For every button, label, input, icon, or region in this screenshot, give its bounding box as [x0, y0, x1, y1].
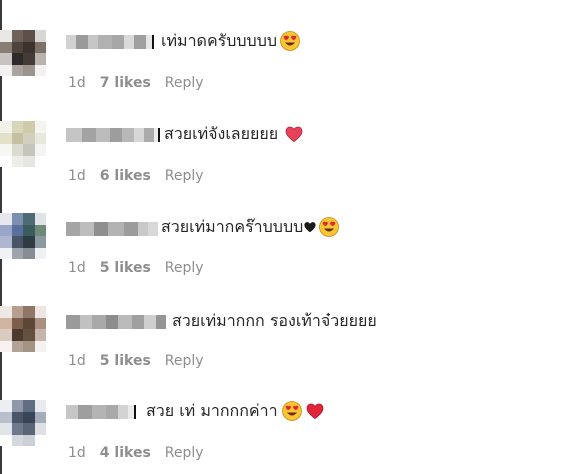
comment-item: สวยเท่จังเลยยยย 1d 6 likes Reply: [0, 93, 561, 185]
reply-button[interactable]: Reply: [165, 167, 204, 185]
avatar[interactable]: [0, 121, 46, 167]
comment-age: 1d: [68, 353, 86, 369]
comment-item: เท่มาดครับบบบบ 1d 7 likes Reply: [0, 0, 561, 92]
comment-item: สวยเท่มากกก รองเท้าจ๋วยยยย 1d 5 likes Re…: [0, 278, 561, 370]
avatar[interactable]: [0, 213, 46, 259]
reply-button[interactable]: Reply: [165, 444, 204, 462]
comment-age: 1d: [68, 260, 86, 276]
username-blurred[interactable]: [66, 315, 166, 329]
black-heart-emoji-icon: [304, 222, 316, 233]
likes-count[interactable]: 7 likes: [100, 74, 151, 92]
likes-count[interactable]: 5 likes: [100, 352, 151, 370]
reply-button[interactable]: Reply: [165, 74, 204, 92]
comment-text: สวยเท่มากกก รองเท้าจ๋วยยยย: [172, 311, 377, 330]
comment-meta: 1d 5 likes Reply: [68, 259, 204, 277]
avatar[interactable]: [0, 306, 46, 352]
comment-meta: 1d 7 likes Reply: [68, 74, 204, 92]
avatar[interactable]: [0, 30, 46, 76]
heart-eyes-emoji-icon: [319, 217, 340, 237]
reply-button[interactable]: Reply: [165, 352, 204, 370]
red-heart-emoji-icon: [285, 126, 303, 142]
likes-count[interactable]: 6 likes: [100, 167, 151, 185]
username-blurred[interactable]: [66, 128, 160, 142]
avatar[interactable]: [0, 400, 46, 446]
comment-text: สวยเท่จังเลยยยย: [164, 123, 304, 145]
reply-button[interactable]: Reply: [165, 259, 204, 277]
likes-count[interactable]: 5 likes: [100, 259, 151, 277]
comment-meta: 1d 6 likes Reply: [68, 167, 204, 185]
comment-age: 1d: [68, 168, 86, 184]
likes-count[interactable]: 4 likes: [100, 444, 151, 462]
comment-text: สวยเท่มากคร๊าบบบบ: [161, 216, 340, 238]
comment-age: 1d: [68, 75, 86, 91]
username-blurred[interactable]: [66, 222, 158, 236]
comment-meta: 1d 5 likes Reply: [68, 352, 204, 370]
username-blurred[interactable]: [66, 35, 154, 49]
comment-item: สวยเท่มากคร๊าบบบบ 1d 5 likes Reply: [0, 185, 561, 277]
comment-item: สวย เท่ มากกกค่าา 1d 4 likes Reply: [0, 370, 561, 462]
username-blurred[interactable]: [66, 405, 140, 419]
heart-eyes-emoji-icon: [281, 401, 302, 421]
red-heart-emoji-icon: [306, 403, 323, 419]
heart-eyes-emoji-icon: [280, 31, 300, 51]
comment-text: เท่มาดครับบบบบ: [161, 30, 300, 52]
comment-age: 1d: [68, 445, 86, 461]
comment-meta: 1d 4 likes Reply: [68, 444, 204, 462]
comment-text: สวย เท่ มากกกค่าา: [146, 400, 325, 422]
